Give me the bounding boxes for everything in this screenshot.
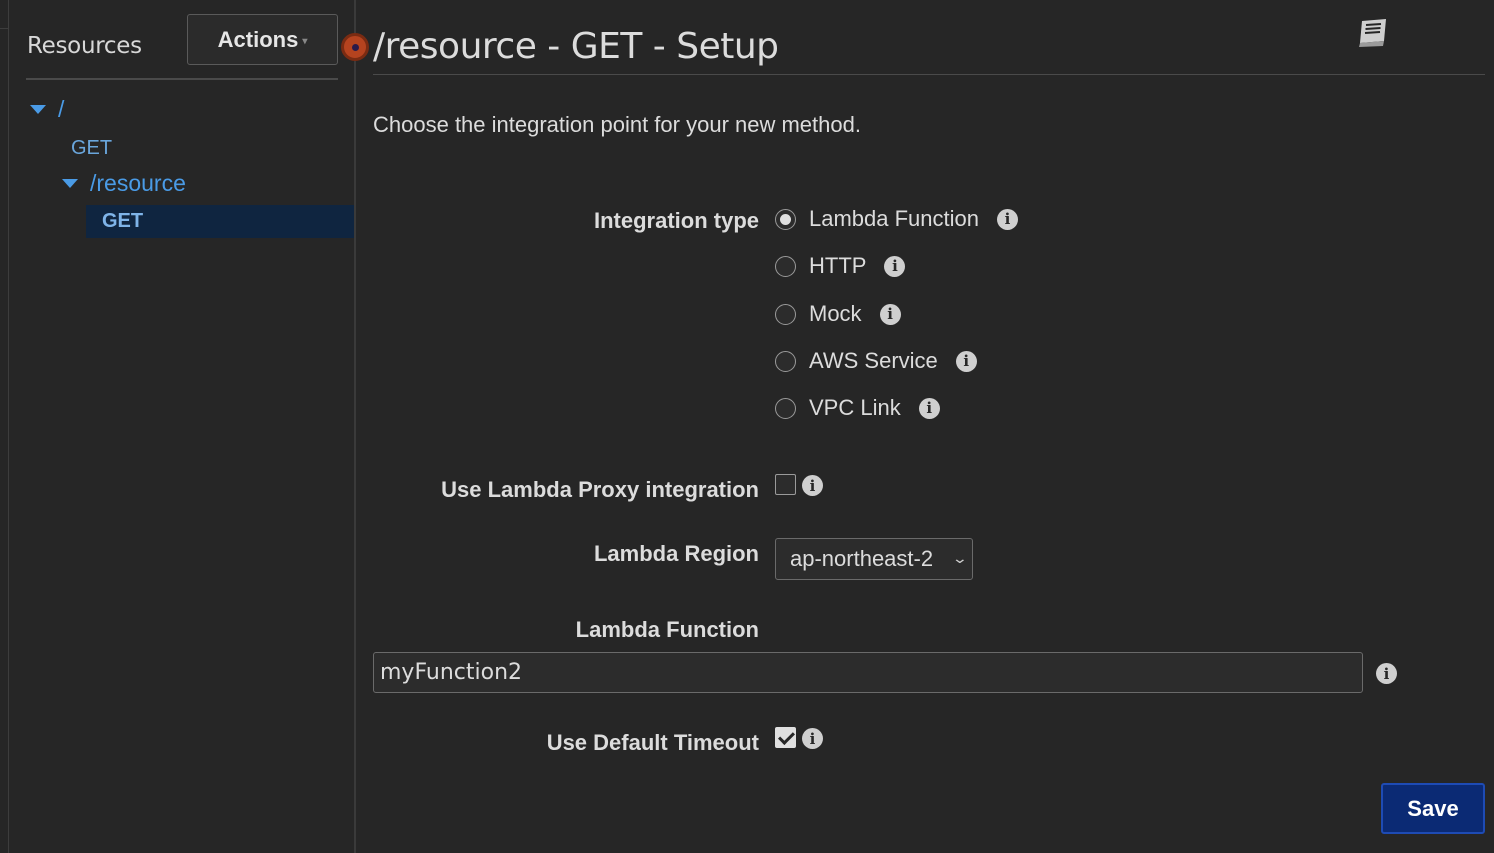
actions-label: Actions xyxy=(217,26,299,52)
resources-sidebar: Resources Actions ▾ / GET /resource GET xyxy=(0,0,355,853)
info-icon[interactable]: i xyxy=(997,208,1018,230)
actions-button[interactable]: Actions ▾ xyxy=(187,14,338,65)
radio-http[interactable] xyxy=(775,255,796,277)
radio-label-lambda-function: Lambda Function xyxy=(809,206,979,231)
caret-down-icon: ▾ xyxy=(302,36,308,47)
sidebar-resize-border[interactable] xyxy=(354,0,356,853)
tree-node-root-get[interactable]: GET xyxy=(71,137,112,160)
expand-triangle-icon[interactable] xyxy=(30,105,46,114)
title-divider xyxy=(373,74,1485,75)
lambda-region-value: ap-northeast-2 xyxy=(790,546,934,571)
info-icon[interactable]: i xyxy=(918,397,940,419)
tree-resource-get-label: GET xyxy=(102,210,144,232)
sidebar-divider xyxy=(26,78,338,80)
radio-option-aws-service[interactable]: AWS Service i xyxy=(775,348,977,374)
resources-title: Resources xyxy=(27,33,142,59)
expand-triangle-icon[interactable] xyxy=(62,179,78,188)
tree-root-label: / xyxy=(58,96,65,122)
lambda-function-input[interactable] xyxy=(373,652,1363,693)
chevron-down-icon: ⌄ xyxy=(951,550,969,566)
default-timeout-label: Use Default Timeout xyxy=(546,730,759,755)
default-timeout-checkbox[interactable] xyxy=(775,727,796,748)
radio-label-mock: Mock xyxy=(809,301,862,326)
info-icon[interactable]: i xyxy=(879,303,901,325)
tree-node-resource[interactable]: /resource xyxy=(62,170,186,197)
radio-option-http[interactable]: HTTP i xyxy=(775,253,906,279)
lambda-region-select[interactable]: ap-northeast-2 ⌄ xyxy=(775,538,973,580)
lambda-region-label: Lambda Region xyxy=(593,541,759,566)
tree-resource-label: /resource xyxy=(90,170,186,196)
radio-vpc-link[interactable] xyxy=(775,397,796,419)
radio-label-aws-service: AWS Service xyxy=(809,348,938,373)
radio-option-lambda-function[interactable]: Lambda Function i xyxy=(775,206,1018,232)
radio-label-vpc-link: VPC Link xyxy=(809,395,901,420)
radio-label-http: HTTP xyxy=(809,253,867,278)
radio-option-vpc-link[interactable]: VPC Link i xyxy=(775,395,940,421)
info-icon[interactable]: i xyxy=(955,350,977,372)
radio-mock[interactable] xyxy=(775,303,796,325)
book-icon[interactable] xyxy=(1356,16,1390,48)
info-icon[interactable]: i xyxy=(1376,663,1397,684)
tree-node-root[interactable]: / xyxy=(30,96,64,123)
info-icon[interactable]: i xyxy=(802,475,823,496)
tree-root-get-label: GET xyxy=(71,137,113,159)
tree-node-resource-get-selected[interactable]: GET xyxy=(86,205,354,238)
proxy-integration-label: Use Lambda Proxy integration xyxy=(441,477,759,502)
radio-option-mock[interactable]: Mock i xyxy=(775,301,901,327)
radio-lambda-function[interactable] xyxy=(775,208,796,230)
info-icon[interactable]: i xyxy=(884,255,906,277)
resize-handle-icon[interactable] xyxy=(341,33,369,61)
proxy-integration-checkbox[interactable] xyxy=(775,474,796,495)
info-icon[interactable]: i xyxy=(802,728,823,749)
page-title: /resource - GET - Setup xyxy=(373,26,779,67)
intro-text: Choose the integration point for your ne… xyxy=(373,112,861,137)
integration-type-label: Integration type xyxy=(593,208,759,233)
save-button[interactable]: Save xyxy=(1381,783,1485,834)
radio-aws-service[interactable] xyxy=(775,350,796,372)
lambda-function-label: Lambda Function xyxy=(575,617,759,642)
